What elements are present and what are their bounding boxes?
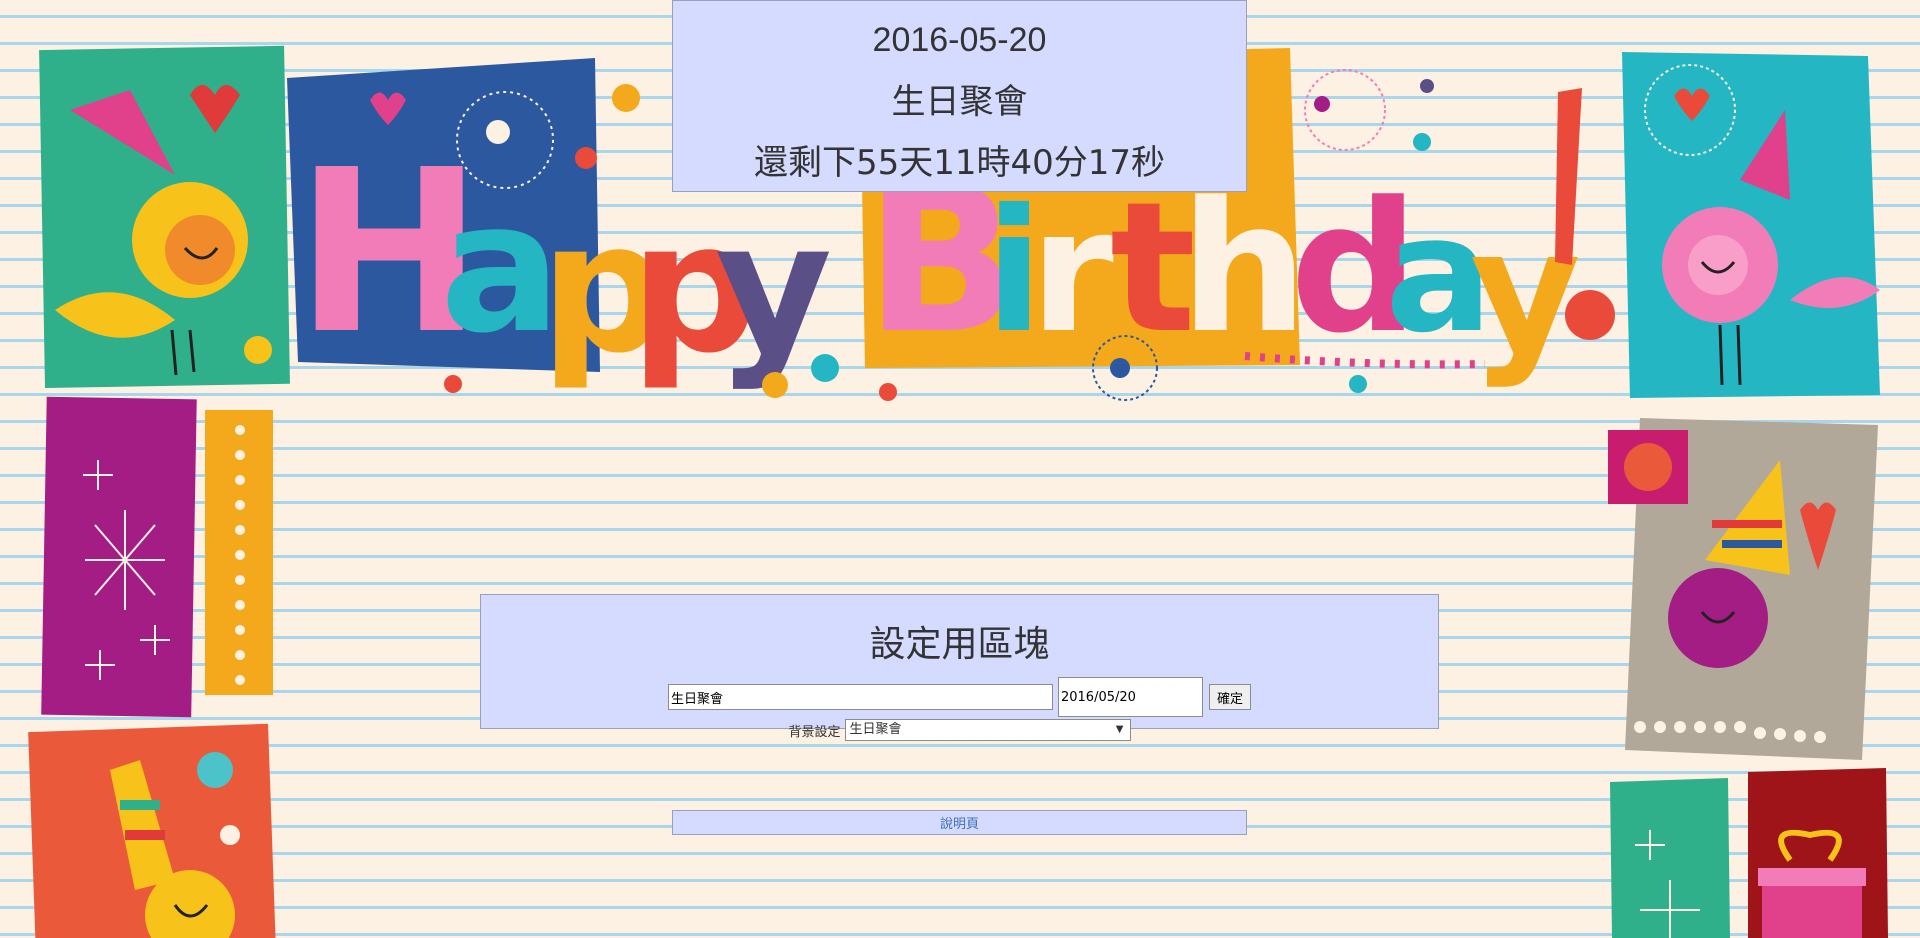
confirm-button[interactable]: 確定 <box>1208 684 1251 710</box>
event-name: 生日聚會 <box>891 82 1028 122</box>
settings-panel: 設定用區塊 確定 背景設定 生日聚會 ▼ <box>480 594 1439 741</box>
settings-title: 設定用區塊 <box>869 624 1050 665</box>
event-date: 2016-05-20 <box>872 21 1047 59</box>
striped-hat-bird-card-icon <box>1608 418 1878 760</box>
background-select[interactable]: 生日聚會 ▼ <box>844 719 1131 741</box>
gift-card-icon <box>1610 768 1888 938</box>
bird-card-icon <box>39 45 290 389</box>
remaining-time: 還剩下55天11時40分17秒 <box>753 143 1166 183</box>
chevron-down-icon: ▼ <box>1115 724 1124 735</box>
pink-bird-card-icon <box>1622 52 1880 398</box>
help-link[interactable]: 說明頁 <box>940 817 979 832</box>
date-input[interactable] <box>1057 677 1203 717</box>
countdown-panel: 2016-05-20 生日聚會 還剩下55天11時40分17秒 <box>672 0 1247 192</box>
smiley-icon <box>1565 290 1615 340</box>
background-select-value: 生日聚會 <box>849 722 902 737</box>
help-panel: 說明頁 <box>672 810 1247 835</box>
event-name-input[interactable] <box>667 684 1053 710</box>
banner-letter-r: r <box>1030 173 1114 371</box>
background-setting-label: 背景設定 <box>788 724 841 740</box>
banner-letter-h2: h <box>1180 164 1308 373</box>
party-bird-card-icon <box>28 723 277 938</box>
star-card-icon <box>41 396 273 718</box>
